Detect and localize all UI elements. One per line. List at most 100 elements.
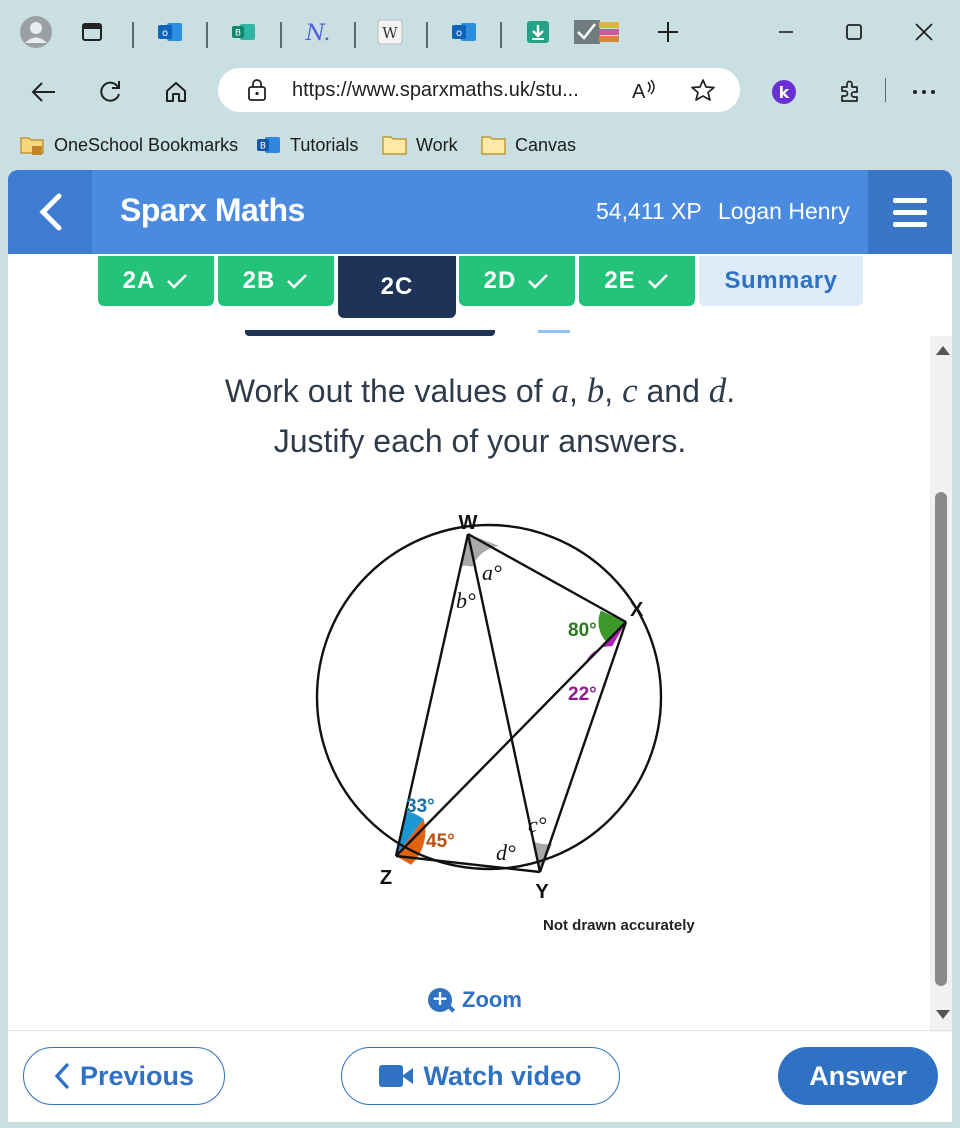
- check-icon: [287, 274, 308, 289]
- comma: ,: [604, 373, 614, 409]
- outlook-icon[interactable]: o: [156, 18, 184, 46]
- tab-2c[interactable]: 2C: [338, 256, 456, 318]
- tab-separator: [206, 22, 208, 48]
- hamburger-line: [893, 221, 927, 227]
- angle-label-c: c°: [528, 812, 547, 837]
- question-line-1: Work out the values of a, b, c and d.: [8, 366, 952, 416]
- svg-text:o: o: [162, 28, 168, 39]
- zoom-in-icon: +: [428, 986, 452, 1012]
- previous-button[interactable]: Previous: [23, 1047, 225, 1105]
- profile-avatar-icon[interactable]: [20, 16, 52, 48]
- var-a: a: [551, 371, 570, 410]
- back-arrow-icon[interactable]: [24, 72, 64, 112]
- zoom-button[interactable]: + Zoom: [428, 984, 522, 1016]
- chevron-left-icon: [39, 193, 62, 231]
- tab-2a[interactable]: 2A: [98, 256, 214, 306]
- tab-2e[interactable]: 2E: [579, 256, 695, 306]
- hamburger-line: [893, 209, 927, 215]
- scroll-up-arrow-icon[interactable]: [936, 346, 950, 355]
- svg-text:k: k: [779, 83, 790, 102]
- toolbar-separator: [885, 78, 886, 102]
- circle-diagram[interactable]: W X Y Z a° b° 80° 22° 33° 45° c° d° Not …: [298, 498, 708, 938]
- url-text[interactable]: https://www.sparxmaths.uk/stu...: [292, 79, 579, 102]
- folder-icon: [382, 136, 407, 155]
- folder-lock-icon: [20, 137, 44, 155]
- address-bar[interactable]: https://www.sparxmaths.uk/stu... A: [218, 68, 740, 112]
- angle-label-z-bottom: 45°: [426, 831, 455, 852]
- tab-separator: [132, 22, 134, 48]
- tab-separator: [500, 22, 502, 48]
- bookmark-label: Canvas: [515, 134, 577, 155]
- angle-label-d: d°: [496, 840, 516, 865]
- n-icon[interactable]: N.: [304, 18, 332, 46]
- comma: ,: [569, 373, 578, 409]
- angle-label-x-bottom: 22°: [568, 684, 597, 705]
- angle-label-x-top: 80°: [568, 620, 597, 641]
- bookmark-canvas[interactable]: Canvas: [481, 132, 576, 158]
- home-icon[interactable]: [156, 72, 196, 112]
- minimize-icon[interactable]: [768, 14, 804, 50]
- angle-label-a: a°: [482, 560, 502, 585]
- tab-label: 2E: [604, 267, 636, 294]
- video-camera-icon: [379, 1065, 414, 1087]
- tab-indicator: [245, 330, 495, 336]
- back-button[interactable]: [8, 170, 92, 254]
- tab-separator: [426, 22, 428, 48]
- footer-divider: [8, 1030, 952, 1031]
- close-icon[interactable]: [906, 14, 942, 50]
- tab-2d[interactable]: 2D: [459, 256, 575, 306]
- svg-text:A: A: [632, 81, 646, 102]
- wikipedia-icon[interactable]: W: [376, 18, 404, 46]
- app-header: Sparx Maths 54,411 XP Logan Henry: [8, 170, 952, 254]
- bookmark-oneschool[interactable]: OneSchool Bookmarks: [20, 132, 238, 158]
- scroll-down-arrow-icon[interactable]: [936, 1010, 950, 1019]
- answer-button[interactable]: Answer: [778, 1047, 938, 1105]
- bookmark-label: OneSchool Bookmarks: [54, 134, 239, 155]
- read-aloud-icon[interactable]: A: [630, 78, 658, 106]
- lock-icon[interactable]: [246, 78, 268, 106]
- tab-label: 2C: [380, 273, 414, 300]
- question-text: Work out the values of a, b, c and d. Ju…: [8, 366, 952, 466]
- bookings-icon: B: [257, 137, 280, 153]
- svg-text:N.: N.: [305, 21, 330, 45]
- bookings-icon[interactable]: B: [230, 18, 258, 46]
- user-name[interactable]: Logan Henry: [718, 198, 850, 225]
- tab-separator: [280, 22, 282, 48]
- period: .: [726, 373, 736, 409]
- previous-label: Previous: [79, 1060, 195, 1091]
- svg-text:B: B: [260, 142, 266, 152]
- outlook-icon[interactable]: o: [450, 18, 478, 46]
- tab-indicator-secondary: [538, 330, 570, 333]
- angle-label-b: b°: [456, 588, 476, 613]
- new-tab-icon[interactable]: [654, 18, 682, 46]
- more-options-icon[interactable]: [904, 72, 944, 112]
- bookmark-work[interactable]: Work: [382, 132, 458, 158]
- check-icon: [647, 274, 668, 289]
- svg-text:W: W: [382, 24, 398, 42]
- extensions-puzzle-icon[interactable]: [830, 72, 870, 112]
- maximize-icon[interactable]: [836, 14, 872, 50]
- tab-2b[interactable]: 2B: [218, 256, 334, 306]
- refresh-icon[interactable]: [90, 72, 130, 112]
- watch-video-label: Watch video: [423, 1060, 582, 1091]
- line-yz: [395, 854, 541, 874]
- var-c: c: [622, 371, 638, 410]
- extension-k-icon[interactable]: k: [764, 72, 804, 112]
- tab-label: 2A: [122, 267, 156, 294]
- point-w: W: [459, 512, 478, 534]
- checklist-icon[interactable]: [572, 18, 624, 46]
- watch-video-button[interactable]: Watch video: [341, 1047, 620, 1105]
- bookmark-tutorials[interactable]: B Tutorials: [256, 132, 358, 158]
- angle-label-z-top: 33°: [406, 796, 435, 817]
- browser-tab-strip: o B N. W o: [0, 0, 960, 64]
- tab-label: 2B: [242, 267, 276, 294]
- point-x: X: [630, 599, 644, 621]
- svg-text:B: B: [235, 29, 241, 39]
- scrollbar-thumb[interactable]: [935, 492, 947, 986]
- favorite-star-icon[interactable]: [690, 78, 716, 106]
- menu-button[interactable]: [868, 170, 952, 254]
- tab-summary[interactable]: Summary: [699, 256, 863, 306]
- question-prefix: Work out the values of: [224, 373, 552, 409]
- tab-actions-icon[interactable]: [78, 18, 106, 46]
- download-icon[interactable]: [524, 18, 552, 46]
